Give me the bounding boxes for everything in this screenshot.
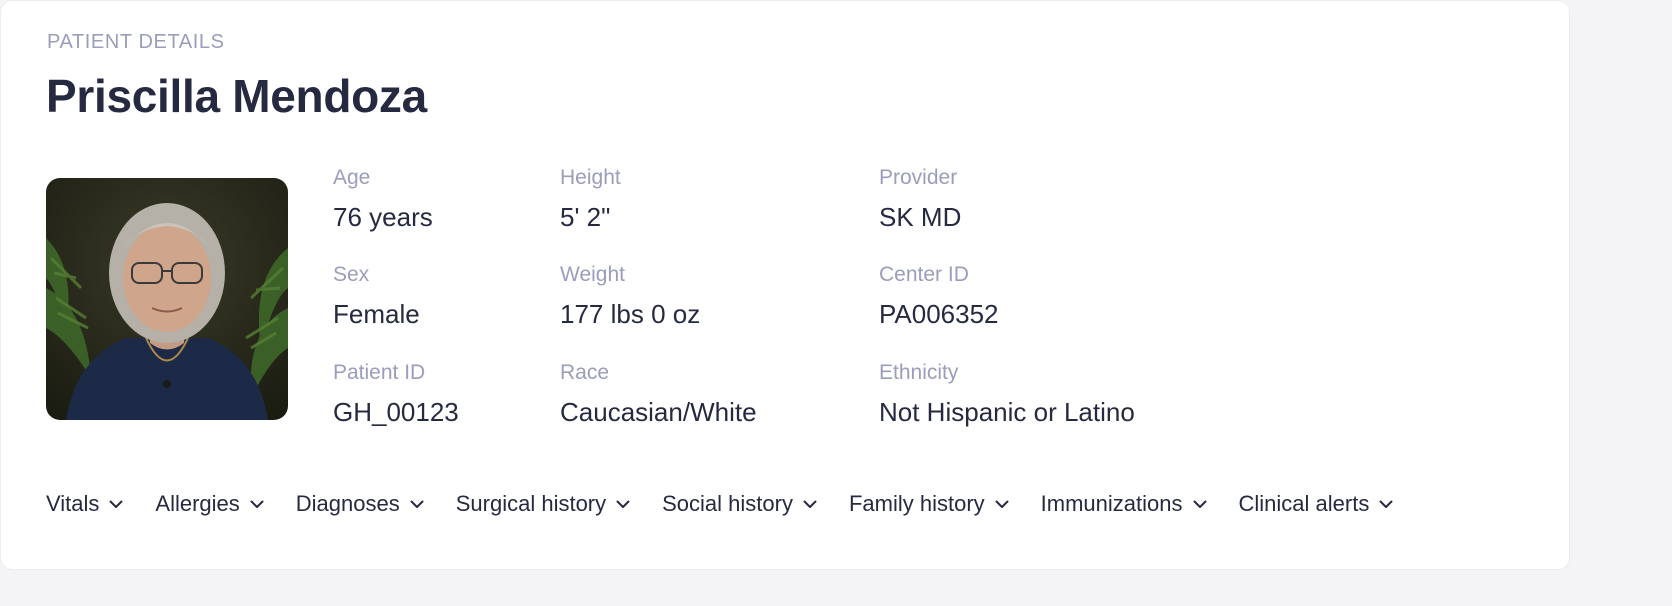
- age-label: Age: [333, 166, 371, 189]
- chevron-down-icon: [250, 500, 264, 508]
- race-label: Race: [560, 361, 610, 384]
- patient-photo: [46, 178, 288, 420]
- ethnicity-label: Ethnicity: [879, 361, 959, 384]
- tab-allergies[interactable]: Allergies: [155, 491, 264, 517]
- patient-details-card: PATIENT DETAILS Priscilla Mendoza Age 76…: [0, 0, 1570, 570]
- center-id-label: Center ID: [879, 263, 969, 286]
- chevron-down-icon: [1193, 500, 1206, 508]
- field-patient-id: Patient ID GH_00123: [333, 361, 459, 428]
- chevron-down-icon: [1379, 500, 1393, 508]
- tab-label: Social history: [662, 491, 793, 516]
- tab-diagnoses[interactable]: Diagnoses: [296, 491, 424, 517]
- height-value: 5' 2": [560, 202, 611, 232]
- patient-name: Priscilla Mendoza: [46, 70, 427, 122]
- weight-label: Weight: [560, 263, 625, 286]
- chevron-down-icon: [803, 500, 817, 508]
- tab-label: Immunizations: [1040, 491, 1183, 516]
- tab-social-history[interactable]: Social history: [662, 491, 817, 517]
- chevron-down-icon: [616, 500, 630, 508]
- field-weight: Weight 177 lbs 0 oz: [560, 263, 700, 330]
- center-id-value: PA006352: [879, 299, 999, 329]
- field-ethnicity: Ethnicity Not Hispanic or Latino: [879, 361, 1135, 428]
- patient-id-label: Patient ID: [333, 361, 426, 384]
- tab-family-history[interactable]: Family history: [849, 491, 1009, 517]
- field-race: Race Caucasian/White: [560, 361, 757, 428]
- field-age: Age 76 years: [333, 166, 433, 233]
- sex-value: Female: [333, 299, 420, 329]
- race-value: Caucasian/White: [560, 397, 757, 427]
- tab-label: Vitals: [46, 491, 100, 516]
- tab-clinical-alerts[interactable]: Clinical alerts: [1239, 491, 1394, 517]
- tab-label: Allergies: [155, 491, 240, 516]
- chevron-down-icon: [995, 500, 1009, 508]
- height-label: Height: [560, 166, 621, 189]
- tab-label: Clinical alerts: [1238, 491, 1370, 516]
- field-sex: Sex Female: [333, 263, 420, 330]
- tab-surgical-history[interactable]: Surgical history: [456, 491, 630, 517]
- ethnicity-value: Not Hispanic or Latino: [879, 397, 1135, 427]
- chevron-down-icon: [410, 500, 424, 508]
- provider-label: Provider: [879, 166, 958, 189]
- provider-value: SK MD: [879, 202, 962, 232]
- field-provider: Provider SK MD: [879, 166, 961, 233]
- tab-vitals[interactable]: Vitals: [46, 491, 123, 517]
- tab-label: Family history: [848, 491, 985, 516]
- section-tabs: Vitals Allergies Diagnoses Surgical hist…: [46, 491, 1393, 517]
- chevron-down-icon: [109, 500, 123, 508]
- age-value: 76 years: [333, 202, 433, 232]
- field-center-id: Center ID PA006352: [879, 263, 999, 330]
- sex-label: Sex: [333, 263, 370, 286]
- patient-id-value: GH_00123: [333, 397, 459, 427]
- tab-label: Diagnoses: [295, 491, 400, 516]
- weight-value: 177 lbs 0 oz: [560, 299, 701, 329]
- tab-label: Surgical history: [455, 491, 607, 516]
- section-eyebrow: PATIENT DETAILS: [47, 31, 225, 53]
- tab-immunizations[interactable]: Immunizations: [1041, 491, 1207, 517]
- field-height: Height 5' 2": [560, 166, 621, 233]
